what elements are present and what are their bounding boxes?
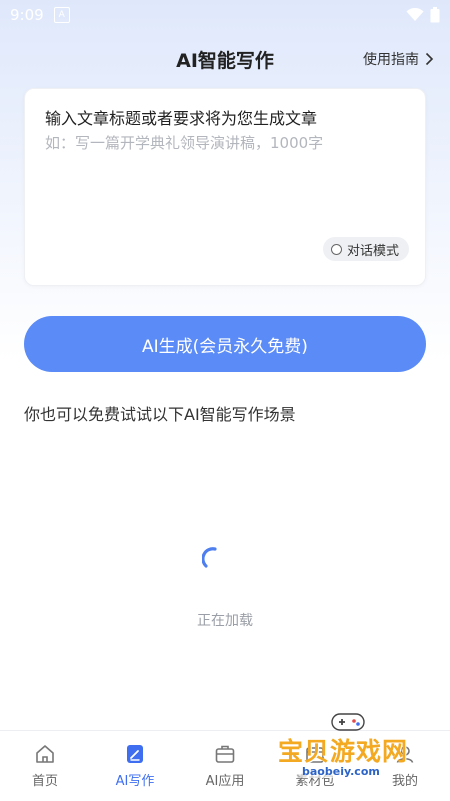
ai-write-icon (127, 745, 143, 763)
dialogue-mode-label: 对话模式 (346, 243, 399, 259)
briefcase-icon (215, 745, 235, 763)
gamepad-icon (331, 713, 365, 731)
chevron-right-icon (425, 52, 434, 66)
tab-label: AI写作 (115, 774, 155, 789)
status-time: 9:09 (10, 6, 44, 24)
tab-mine[interactable]: 我的 (360, 731, 450, 801)
header: AI智能写作 使用指南 (0, 42, 450, 76)
bottom-tab-bar: 首页 AI写作 AI应用 素材包 我的 (0, 730, 450, 801)
tab-materials[interactable]: 素材包 (270, 731, 360, 801)
article-input[interactable]: 输入文章标题或者要求将为您生成文章 (45, 105, 317, 129)
profile-icon (396, 746, 414, 763)
status-bar: 9:09 A (0, 0, 450, 30)
ai-generate-button[interactable]: AI生成(会员永久免费) (24, 316, 426, 372)
wifi-icon (406, 8, 424, 21)
a-badge-icon: A (53, 7, 70, 23)
guide-link[interactable]: 使用指南 (363, 49, 434, 69)
tab-label: AI应用 (205, 774, 245, 789)
tab-ai-apps[interactable]: AI应用 (180, 731, 270, 801)
tab-ai-write[interactable]: AI写作 (90, 731, 180, 801)
scene-hint: 你也可以免费试试以下AI智能写作场景 (24, 405, 296, 424)
article-input-placeholder: 如：写一篇开学典礼领导演讲稿，1000字 (45, 134, 324, 152)
package-icon (306, 747, 324, 763)
radio-circle-icon (330, 243, 342, 255)
guide-label: 使用指南 (363, 52, 419, 68)
tab-home[interactable]: 首页 (0, 731, 90, 801)
dialogue-mode-toggle[interactable]: 对话模式 (322, 237, 409, 261)
battery-icon (430, 7, 440, 23)
tab-label: 首页 (31, 774, 58, 789)
loading-text: 正在加载 (197, 613, 253, 629)
tab-label: 我的 (391, 774, 418, 789)
loading-spinner-icon (202, 547, 217, 568)
tab-label: 素材包 (295, 774, 335, 789)
article-input-card[interactable]: 输入文章标题或者要求将为您生成文章 如：写一篇开学典礼领导演讲稿，1000字 对… (24, 88, 426, 286)
home-icon (36, 745, 54, 763)
